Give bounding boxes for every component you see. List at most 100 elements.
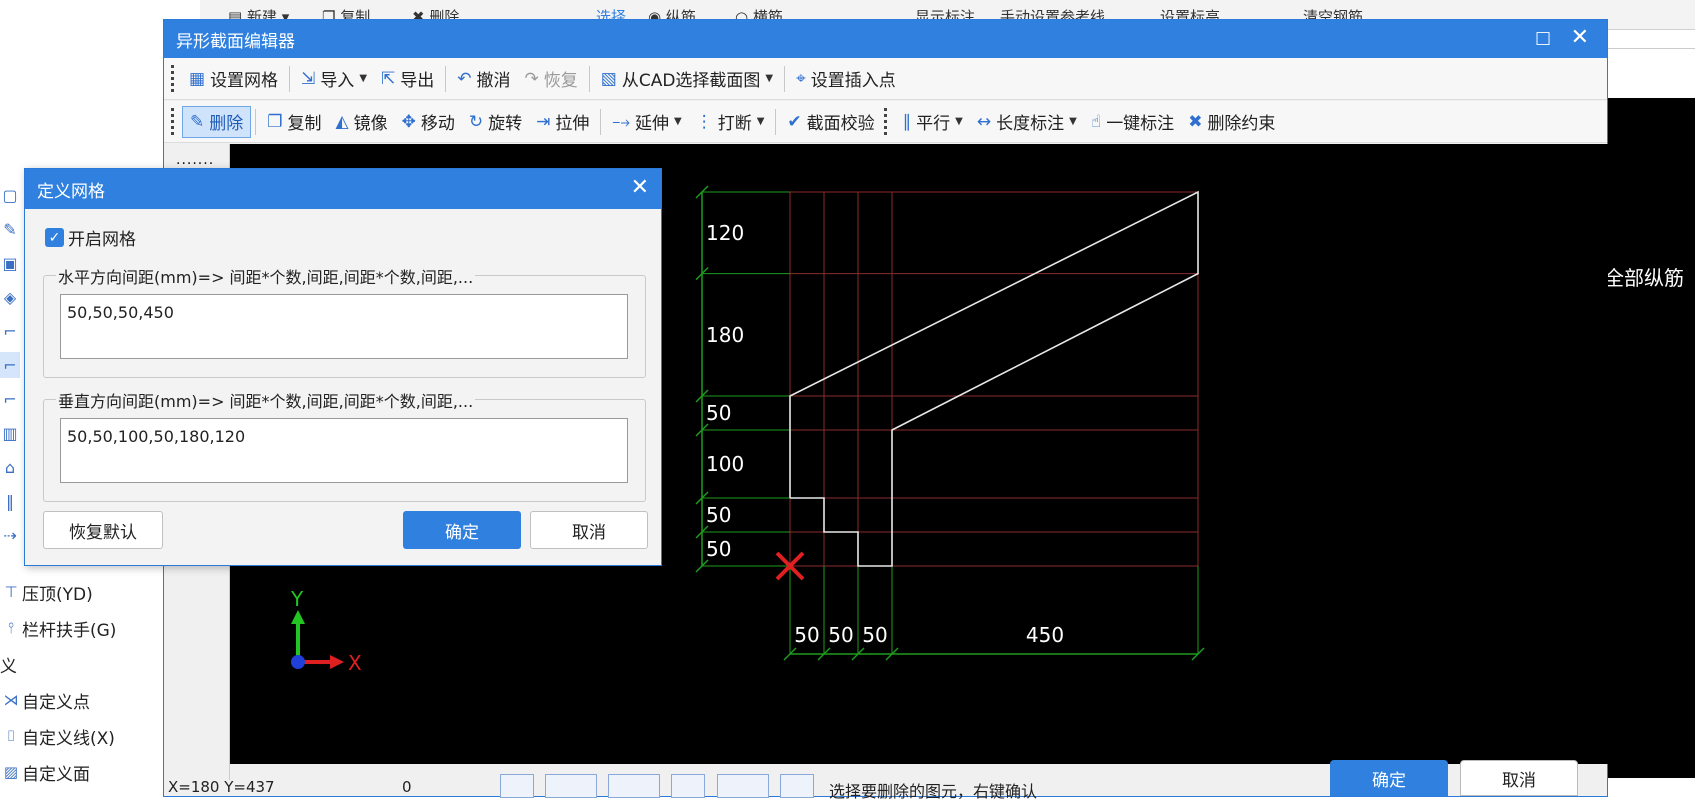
break-button[interactable]: ⋮ 打断 ▼ [689, 106, 772, 138]
left-item-custom-point[interactable]: ⋊ 自定义点 [0, 686, 91, 714]
grid-button[interactable]: ▦ 设置网格 [182, 63, 285, 95]
display-toggle-icon[interactable] [717, 774, 769, 798]
cad-select-button[interactable]: ▧ 从CAD选择截面图 ▼ [594, 63, 780, 95]
left-item-railing[interactable]: ⫯ 栏杆扶手(G) [0, 614, 117, 642]
dimension-label-vertical: 100 [706, 452, 744, 476]
toolbar-label: 设置网格 [210, 71, 279, 91]
chevron-down-icon[interactable]: ▼ [674, 116, 682, 127]
rotate-button[interactable]: ↻ 旋转 [462, 106, 529, 138]
checkbox-checked-icon[interactable]: ✓ [45, 228, 64, 247]
left-stub-icon[interactable]: ▢ [0, 182, 20, 208]
left-stub-icon[interactable]: ⌐ [0, 352, 20, 378]
dimension-label-horizontal: 50 [862, 623, 887, 647]
chevron-down-icon[interactable]: ▼ [757, 116, 765, 127]
stretch-button[interactable]: ⇥ 拉伸 [529, 106, 596, 138]
cursor-coordinates: X=180 Y=437 [168, 778, 275, 796]
move-button[interactable]: ✥ 移动 [395, 106, 462, 138]
snap-toggle-icon[interactable] [500, 774, 534, 798]
restore-default-button[interactable]: 恢复默认 [43, 511, 163, 549]
grid-ok-button[interactable]: 确定 [403, 511, 521, 549]
dimension-label-vertical: 50 [706, 401, 731, 425]
maximize-icon[interactable]: □ [1535, 28, 1551, 48]
editor-ok-button[interactable]: 确定 [1330, 760, 1448, 796]
grid-dialog-titlebar[interactable]: 定义网格 ✕ [25, 169, 661, 209]
copy-button[interactable]: ❐ 复制 [260, 106, 328, 138]
toolbar-grip[interactable] [881, 107, 890, 136]
left-stub-icon[interactable]: ▥ [0, 420, 20, 446]
left-item-custom-group[interactable]: 义 [0, 650, 17, 678]
define-grid-dialog: 定义网格 ✕ ✓ 开启网格 水平方向间距(mm)=> 间距*个数,间距,间距*个… [24, 168, 662, 566]
left-stub-icon[interactable]: ⇢ [0, 522, 20, 548]
horizontal-spacing-input[interactable] [60, 294, 628, 359]
left-item-coping[interactable]: ⊤ 压顶(YD) [0, 578, 92, 606]
ortho-toggle-icon[interactable] [545, 774, 597, 798]
left-item-custom-face[interactable]: ▨ 自定义面 [0, 758, 90, 786]
enable-grid-checkbox[interactable]: ✓ 开启网格 [45, 225, 136, 250]
delete-constraint-icon: ✖ [1188, 111, 1203, 132]
auto-dimension-button[interactable]: ☝ 一键标注 [1084, 106, 1181, 138]
cad-select-icon: ▧ [600, 68, 617, 89]
extend-button[interactable]: ⤍ 延伸 ▼ [605, 106, 688, 138]
insert-point-button[interactable]: ⌖ 设置插入点 [789, 63, 903, 95]
toolbar-label: 拉伸 [555, 114, 590, 134]
grid-icon: ▦ [189, 68, 206, 89]
custom-line-icon: ⌷ [6, 727, 16, 745]
export-button[interactable]: ⇱ 导出 [374, 63, 441, 95]
left-stub-icon[interactable]: ✎ [0, 216, 20, 242]
move-icon: ✥ [401, 111, 416, 132]
toolbar-grip[interactable] [168, 107, 176, 136]
close-icon[interactable]: ✕ [1571, 25, 1589, 50]
check-button[interactable]: ✔ 截面校验 [780, 106, 881, 138]
host-all-longitudinal-label: 全部纵筋 [1604, 266, 1684, 290]
chevron-down-icon[interactable]: ▼ [359, 73, 367, 84]
close-icon[interactable]: ✕ [631, 175, 649, 200]
undo-button[interactable]: ↶ 撤消 [450, 63, 517, 95]
toolbar-label: 删除约束 [1207, 114, 1276, 134]
toolbar-label: 导入 [320, 71, 355, 91]
left-item-custom-line[interactable]: ⌷ 自定义线(X) [0, 722, 114, 750]
undo-icon: ↶ [457, 68, 472, 89]
mirror-button[interactable]: ◭ 镜像 [329, 106, 395, 138]
dimension-label-vertical: 50 [706, 503, 731, 527]
toolbar-label: 从CAD选择截面图 [621, 71, 761, 91]
vertical-spacing-input[interactable] [60, 418, 628, 483]
chevron-down-icon[interactable]: ▼ [765, 73, 773, 84]
redo-button[interactable]: ↷ 恢复 [518, 63, 585, 95]
left-stub-icon[interactable]: ◈ [0, 284, 20, 310]
dimension-button[interactable]: ↔ 长度标注 ▼ [970, 106, 1084, 138]
dimension-label-vertical: 50 [706, 537, 731, 561]
grid-cancel-button[interactable]: 取消 [530, 511, 648, 549]
toolbar-label: 镜像 [353, 114, 388, 134]
editor-cancel-button[interactable]: 取消 [1460, 760, 1578, 796]
grid-snap-icon[interactable] [608, 774, 660, 798]
chevron-down-icon[interactable]: ▼ [955, 116, 963, 127]
toolbar-separator [784, 65, 786, 92]
import-button[interactable]: ⇲ 导入 ▼ [294, 63, 374, 95]
chevron-down-icon[interactable]: ▼ [1069, 116, 1077, 127]
status-value: 0 [402, 778, 412, 796]
toolbar-label: 打断 [717, 114, 752, 134]
left-stub-icon[interactable]: ⌐ [0, 386, 20, 412]
y-axis-label: Y [290, 587, 304, 611]
layer-toggle-icon[interactable] [671, 774, 705, 798]
parallel-button[interactable]: ∥ 平行 ▼ [896, 106, 970, 138]
left-stub-icon[interactable]: ▣ [0, 250, 20, 276]
grid-dialog-title: 定义网格 [37, 181, 105, 202]
import-icon: ⇲ [301, 68, 316, 89]
filter-toggle-icon[interactable] [780, 774, 814, 798]
toolbar-grip[interactable] [168, 64, 176, 93]
eraser-button[interactable]: ✎ 删除 [182, 105, 252, 138]
toolbar-label: 旋转 [488, 114, 523, 134]
toolbar-separator [445, 65, 447, 92]
enable-grid-label: 开启网格 [68, 230, 136, 250]
left-stub-icon[interactable]: ‖ [0, 488, 20, 514]
axis-origin [291, 655, 305, 669]
delete-constraint-button[interactable]: ✖ 删除约束 [1181, 106, 1282, 138]
toolbar-separator [289, 65, 291, 92]
editor-titlebar[interactable]: 异形截面编辑器 □ ✕ [164, 20, 1607, 58]
left-stub-icon[interactable]: ⌐ [0, 318, 20, 344]
left-stub-icon[interactable]: ⌂ [0, 454, 20, 480]
mirror-icon: ◭ [335, 111, 349, 132]
check-icon: ✔ [787, 111, 802, 132]
custom-face-icon: ▨ [3, 763, 19, 781]
